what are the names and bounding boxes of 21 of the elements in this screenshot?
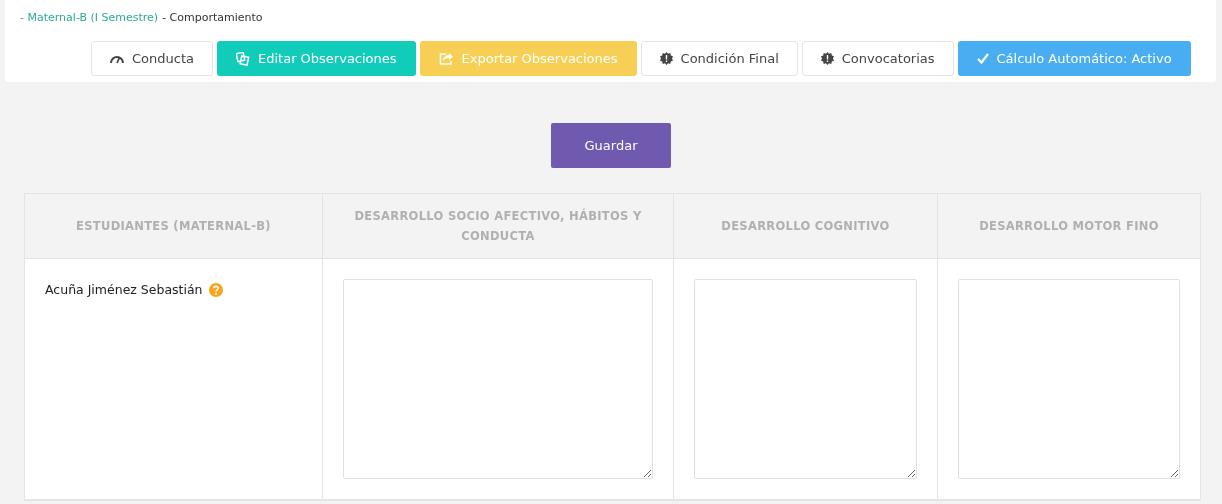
column-header: DESARROLLO COGNITIVO [673,194,937,258]
column-header: ESTUDIANTES (MATERNAL-B) [75,218,272,235]
breadcrumb-link[interactable]: - Maternal-B (I Semestre) [20,11,159,24]
help-icon[interactable] [208,283,223,297]
toolbar-button[interactable]: Convocatorias [801,41,954,76]
breadcrumb-current: - Comportamiento [162,11,263,24]
student-name: Acuña Jiménez Sebastián [45,282,203,297]
observation-field[interactable] [694,279,917,479]
certificate-icon [820,52,834,65]
copy-icon [236,51,250,66]
observation-field[interactable] [958,279,1180,479]
gauge-icon [110,53,124,64]
save-button[interactable]: Guardar [551,123,671,168]
observation-field[interactable] [343,279,653,479]
check-icon [976,53,989,64]
column-header: DESARROLLO SOCIO AFECTIVO, HÁBITOS Y CONDUCTA [322,194,673,258]
toolbar-button[interactable]: Conducta [91,41,213,76]
column-header: DESARROLLO MOTOR FINO [937,194,1200,258]
share-icon [438,52,454,65]
toolbar-button[interactable]: Condición Final [640,41,798,76]
certificate-icon [659,52,673,65]
